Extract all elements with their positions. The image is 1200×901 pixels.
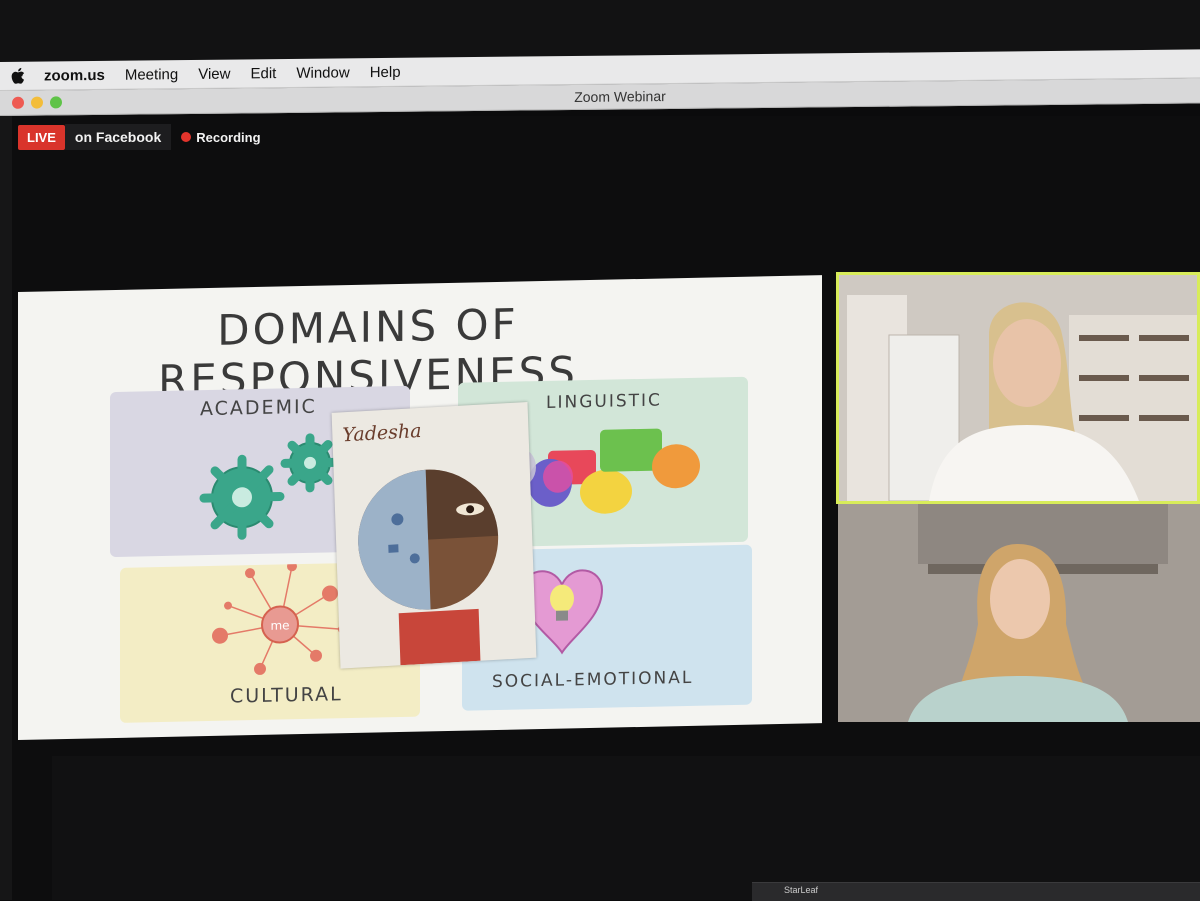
apple-logo-icon[interactable] bbox=[10, 67, 26, 84]
live-badge[interactable]: LIVE bbox=[18, 124, 65, 150]
empty-gallery-area bbox=[52, 756, 1200, 900]
recording-dot-icon bbox=[181, 132, 192, 142]
menu-window[interactable]: Window bbox=[296, 64, 349, 82]
drawing-name-label: Yadesha bbox=[342, 419, 422, 447]
menu-meeting[interactable]: Meeting bbox=[125, 66, 178, 84]
dock-app-label[interactable]: StarLeaf bbox=[784, 885, 818, 895]
webinar-content-area: LIVE on Facebook Recording DOMAINS OF RE… bbox=[12, 116, 1200, 901]
active-speaker-video-tile[interactable] bbox=[836, 272, 1200, 504]
stream-status-bar: LIVE on Facebook Recording bbox=[18, 124, 261, 150]
menu-edit[interactable]: Edit bbox=[250, 65, 276, 82]
child-drawing-image: Yadesha bbox=[331, 401, 537, 669]
menu-help[interactable]: Help bbox=[370, 63, 401, 80]
recording-label: Recording bbox=[196, 129, 261, 145]
menu-view[interactable]: View bbox=[198, 65, 230, 82]
center-node-label: me bbox=[270, 618, 289, 632]
menu-zoom-us[interactable]: zoom.us bbox=[44, 66, 105, 84]
shared-screen-slide: DOMAINS OF RESPONSIVENESS me ACADEMIC LI… bbox=[18, 275, 822, 740]
panelist-video-tile[interactable] bbox=[838, 504, 1200, 722]
linguistic-label: LINGUISTIC bbox=[546, 390, 662, 413]
speaker-video-feed bbox=[839, 275, 1197, 501]
social-emotional-label: SOCIAL-EMOTIONAL bbox=[492, 667, 694, 693]
monitor-bezel-left bbox=[0, 62, 12, 900]
live-destination-label[interactable]: on Facebook bbox=[64, 124, 172, 150]
panelist-video-feed bbox=[838, 504, 1200, 722]
academic-label: ACADEMIC bbox=[200, 395, 317, 421]
cultural-label: CULTURAL bbox=[230, 683, 343, 708]
mac-dock: StarLeaf bbox=[752, 882, 1200, 901]
